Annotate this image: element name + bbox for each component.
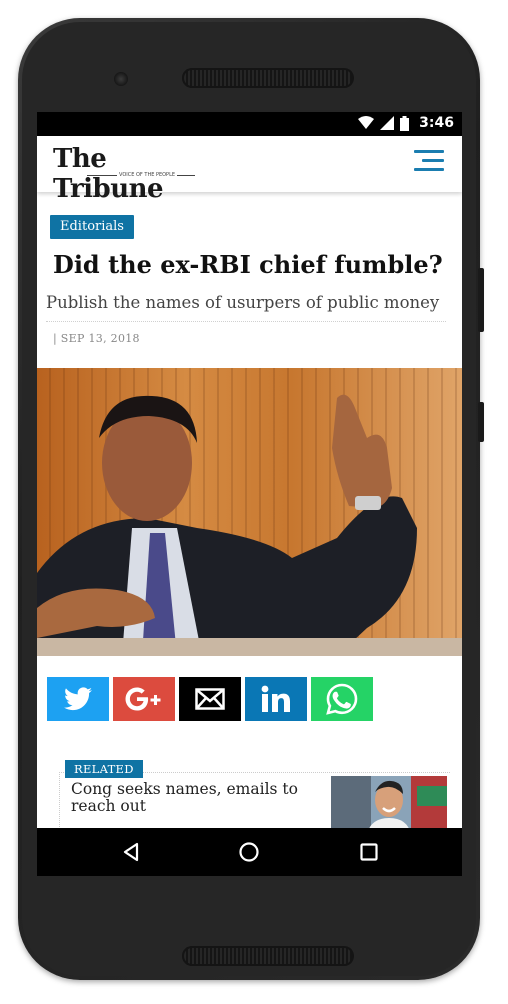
article-date: | SEP 13, 2018 <box>53 332 140 345</box>
related-article-thumbnail[interactable] <box>331 776 447 834</box>
related-article-title[interactable]: Cong seeks names, emails to reach out <box>71 781 303 815</box>
top-speaker-grille <box>182 68 354 88</box>
share-bar <box>47 677 373 721</box>
article-hero-image <box>37 368 462 656</box>
hamburger-menu-icon[interactable] <box>414 150 444 174</box>
app-header: The Tribune VOICE OF THE PEOPLE <box>37 136 462 204</box>
related-article-card[interactable]: RELATED Cong seeks names, emails to reac… <box>59 760 450 834</box>
divider <box>46 321 446 322</box>
back-icon[interactable] <box>101 828 161 876</box>
recents-icon[interactable] <box>339 828 399 876</box>
share-email-button[interactable] <box>179 677 241 721</box>
home-icon[interactable] <box>219 828 279 876</box>
cell-signal-icon <box>380 116 395 130</box>
share-twitter-button[interactable] <box>47 677 109 721</box>
android-nav-bar <box>37 828 462 876</box>
power-button <box>478 402 484 442</box>
email-icon <box>195 688 225 710</box>
linkedin-icon <box>261 685 290 712</box>
share-whatsapp-button[interactable] <box>311 677 373 721</box>
category-tag[interactable]: Editorials <box>50 215 134 239</box>
status-bar: 3:46 <box>37 112 462 136</box>
front-camera <box>114 72 128 86</box>
related-badge: RELATED <box>65 760 143 778</box>
article-subheadline: Publish the names of usurpers of public … <box>46 293 440 312</box>
volume-button <box>478 268 484 332</box>
logo-tagline: VOICE OF THE PEOPLE <box>117 172 178 178</box>
google-plus-icon <box>125 687 161 711</box>
phone-screen: 3:46 The Tribune VOICE OF THE PEOPLE Edi… <box>37 112 462 876</box>
site-logo[interactable]: The Tribune VOICE OF THE PEOPLE <box>53 144 203 204</box>
whatsapp-icon <box>326 683 358 715</box>
status-time: 3:46 <box>419 115 454 131</box>
article-headline: Did the ex-RBI chief fumble? <box>53 250 443 279</box>
bottom-speaker-grille <box>182 946 354 966</box>
wifi-icon <box>358 116 375 129</box>
battery-icon <box>400 115 410 131</box>
twitter-icon <box>64 687 92 711</box>
share-google-plus-button[interactable] <box>113 677 175 721</box>
share-linkedin-button[interactable] <box>245 677 307 721</box>
